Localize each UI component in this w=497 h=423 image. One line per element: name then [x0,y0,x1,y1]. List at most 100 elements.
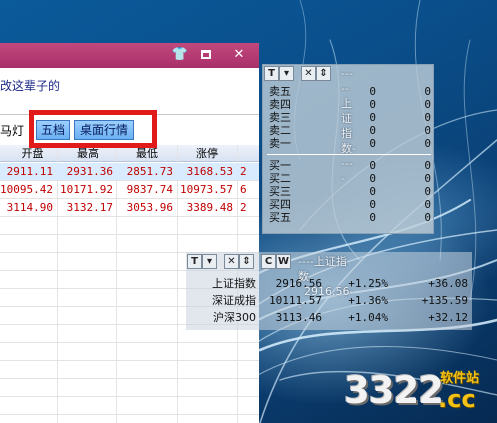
bid-price: 0 [369,172,376,185]
info-text: 改这辈子的 [0,79,61,93]
red-highlight-box [29,110,157,148]
col-header-high[interactable]: 最高 [62,146,114,161]
logo-number: 3322 [344,369,444,412]
pin-button[interactable]: ⇕ [316,66,331,81]
bid-row: 买四 0 0 [267,198,431,211]
skin-shirt-icon[interactable]: 👕 [170,46,190,64]
ask-price: 0 [369,85,376,98]
dropdown-button[interactable]: ▾ [279,66,294,81]
cell-high: 3132.17 [66,201,113,214]
main-window: 👕 ✕ 改这辈子的 马灯 五档 桌面行情 开盘 最高 最低 涨停 2911.11… [0,43,259,423]
ask-volume: 0 [424,124,431,137]
font-toggle-button[interactable]: T [187,254,202,269]
cell-low: 9837.74 [126,183,173,196]
bid-price: 0 [369,159,376,172]
index-change-pct: +1.36% [348,294,388,307]
width-button[interactable]: W [276,254,291,269]
ask-label: 卖四 [269,98,291,111]
logo-domain: .cc [438,385,476,413]
order-book-widget[interactable]: T ▾ ✕ ⇕ -----上证指数----- 卖五 0 0 卖四 0 0 卖三 … [262,64,434,234]
close-button[interactable]: ✕ [229,46,249,64]
cell-tail: 6 [240,183,247,196]
index-change: +135.59 [421,294,468,307]
bid-price: 0 [369,211,376,224]
index-row[interactable]: 深证成指 10111.57 +1.36% +135.59 [186,292,472,309]
cell-tail: 2 [240,201,247,214]
close-widget-button[interactable]: ✕ [301,66,316,81]
table-row[interactable]: 10095.42 10171.92 9837.74 10973.57 6 [0,181,259,199]
index-ticker-widget[interactable]: T ▾ ✕ ⇕ C W ----上证指数2916.56-- 上证指数 2916.… [186,252,472,330]
bid-label: 买二 [269,172,291,185]
index-change-pct: +1.04% [348,311,388,324]
table-row[interactable] [0,397,259,415]
bid-label: 买五 [269,211,291,224]
pin-button[interactable]: ⇕ [239,254,254,269]
col-header-low[interactable]: 最低 [120,146,174,161]
cell-tail: 2 [240,165,247,178]
table-row[interactable] [0,361,259,379]
ask-price: 0 [369,111,376,124]
ask-label: 卖二 [269,124,291,137]
ask-price: 0 [369,124,376,137]
index-change: +32.12 [428,311,468,324]
minimize-button[interactable] [196,46,216,64]
index-change: +36.08 [428,277,468,290]
cell-low: 3053.96 [126,201,173,214]
bid-row: 买五 0 0 [267,211,431,224]
ask-label: 卖一 [269,137,291,150]
cell-high: 2931.36 [66,165,113,178]
bid-volume: 0 [424,172,431,185]
cell-high: 10171.92 [60,183,113,196]
ask-volume: 0 [424,98,431,111]
bid-volume: 0 [424,159,431,172]
index-row[interactable]: 沪深300 3113.46 +1.04% +32.12 [186,309,472,326]
table-row[interactable] [0,235,259,253]
bid-price: 0 [369,198,376,211]
widget-title: -----上证指数----- [341,66,356,185]
watermark-logo: 3322 软件站 .cc [344,365,494,420]
ask-volume: 0 [424,85,431,98]
ask-label: 卖五 [269,85,291,98]
table-row[interactable] [0,217,259,235]
ask-price: 0 [369,98,376,111]
index-name: 沪深300 [213,311,256,324]
index-value: 10111.57 [269,294,322,307]
title-dash-icon: ---- [298,255,314,268]
bid-row: 买一 0 0 [267,159,431,172]
cell-low: 2851.73 [126,165,173,178]
table-row[interactable] [0,379,259,397]
cell-open: 3114.90 [6,201,53,214]
close-widget-button[interactable]: ✕ [224,254,239,269]
bid-volume: 0 [424,211,431,224]
bid-row: 买三 0 0 [267,185,431,198]
cell-open: 2911.11 [6,165,53,178]
ask-row: 卖四 0 0 [267,98,431,111]
minimize-icon [201,50,211,59]
cell-limit-up: 3389.48 [186,201,233,214]
index-value: 2916.56 [275,277,322,290]
ask-row: 卖三 0 0 [267,111,431,124]
col-header-open[interactable]: 开盘 [10,146,55,161]
ask-price: 0 [369,137,376,150]
index-name: 上证指数 [212,277,256,290]
cell-limit-up: 3168.53 [186,165,233,178]
table-row[interactable]: 2911.11 2931.36 2851.73 3168.53 2 [0,163,259,181]
table-row[interactable] [0,343,259,361]
bid-row: 买二 0 0 [267,172,431,185]
color-button[interactable]: C [261,254,276,269]
font-toggle-button[interactable]: T [264,66,279,81]
tab-marquee[interactable]: 马灯 [0,122,24,141]
title-bar[interactable]: 👕 ✕ [0,43,259,68]
bid-volume: 0 [424,198,431,211]
info-strip: 改这辈子的 [0,68,259,115]
bid-label: 买三 [269,185,291,198]
col-header-limit-up[interactable]: 涨停 [180,146,234,161]
table-row[interactable]: 3114.90 3132.17 3053.96 3389.48 2 [0,199,259,217]
cell-limit-up: 10973.57 [180,183,233,196]
index-value: 3113.46 [275,311,322,324]
dropdown-button[interactable]: ▾ [202,254,217,269]
bid-price: 0 [369,185,376,198]
logo-tagline: 软件站 [440,371,480,386]
ask-label: 卖三 [269,111,291,124]
index-row[interactable]: 上证指数 2916.56 +1.25% +36.08 [186,275,472,292]
